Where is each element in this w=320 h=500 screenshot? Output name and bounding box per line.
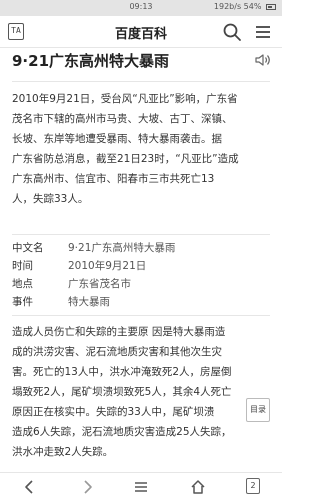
battery-icon <box>266 3 276 10</box>
forward-icon[interactable] <box>79 479 95 495</box>
info-key: 中文名 <box>12 242 44 254</box>
text-line: 长坡、东岸等地遭受暴雨、特大暴雨袭击。据 <box>12 133 222 145</box>
info-value: 广东省茂名市 <box>68 278 131 290</box>
catalog-button[interactable]: 目录 <box>246 398 270 422</box>
bottom-nav: 2 <box>0 472 282 500</box>
text-line: 造成人员伤亡和失踪的主要原 因是特大暴雨造 <box>12 326 226 338</box>
body-paragraph: 造成人员伤亡和失踪的主要原 因是特大暴雨造 成的洪涝灾害、泥石流地质灾害和其他次… <box>12 322 274 462</box>
text-line: 茂名市下辖的高州市马贵、大坡、古丁、深镇、 <box>12 113 233 125</box>
text-line: 塌致死2人，尾矿坝溃坝致死5人，其余4人死亡 <box>12 386 232 398</box>
info-row: 事件 特大暴雨 <box>12 293 270 311</box>
app-header: TA 百度百科 <box>0 16 282 48</box>
title-divider <box>12 81 270 82</box>
battery-percent: 54% <box>243 2 262 11</box>
info-box: 中文名 9·21广东高州特大暴雨 时间 2010年9月21日 地点 广东省茂名市 事件… <box>12 234 270 316</box>
menu-icon[interactable] <box>133 479 149 495</box>
text-line: 广东省防总消息，截至21日23时，“凡亚比”造成 <box>12 153 239 165</box>
info-row: 中文名 9·21广东高州特大暴雨 <box>12 239 270 257</box>
text-line: 造成6人失踪，泥石流地质灾害造成25人失踪， <box>12 426 232 438</box>
text-line: 成的洪涝灾害、泥石流地质灾害和其他次生灾 <box>12 346 222 358</box>
text-line: 人，失踪33人。 <box>12 193 89 205</box>
tabs-button[interactable]: 2 <box>246 478 260 494</box>
network-speed: 192b/s <box>213 2 242 11</box>
text-line: 原因正在核实中。失踪的33人中，尾矿坝溃 <box>12 406 215 418</box>
status-bar: 09:13 192b/s 54% <box>0 0 282 16</box>
status-indicators: 192b/s 54% <box>214 2 276 11</box>
article-title: 9·21广东高州特大暴雨 <box>12 52 170 70</box>
info-value: 9·21广东高州特大暴雨 <box>68 242 176 254</box>
info-key: 时间 <box>12 260 33 272</box>
home-icon[interactable] <box>190 479 206 495</box>
speaker-icon[interactable] <box>255 53 271 67</box>
info-value: 特大暴雨 <box>68 296 110 308</box>
menu-icon[interactable] <box>253 22 273 42</box>
text-line: 广东高州市、信宜市、阳春市三市共死亡13 <box>12 173 215 185</box>
back-icon[interactable] <box>22 479 38 495</box>
intro-paragraph: 2010年9月21日，受台风“凡亚比”影响，广东省 茂名市下辖的高州市马贵、大坡… <box>12 89 274 209</box>
text-line: 害。死亡的13人中，洪水冲淹致死2人，房屋倒 <box>12 366 232 378</box>
text-line: 2010年9月21日，受台风“凡亚比”影响，广东省 <box>12 93 238 105</box>
info-row: 时间 2010年9月21日 <box>12 257 270 275</box>
text-line: 洪水冲走致2人失踪。 <box>12 446 114 458</box>
info-row: 地点 广东省茂名市 <box>12 275 270 293</box>
info-key: 地点 <box>12 278 33 290</box>
search-icon[interactable] <box>222 22 242 42</box>
info-value: 2010年9月21日 <box>68 260 147 272</box>
info-key: 事件 <box>12 296 33 308</box>
